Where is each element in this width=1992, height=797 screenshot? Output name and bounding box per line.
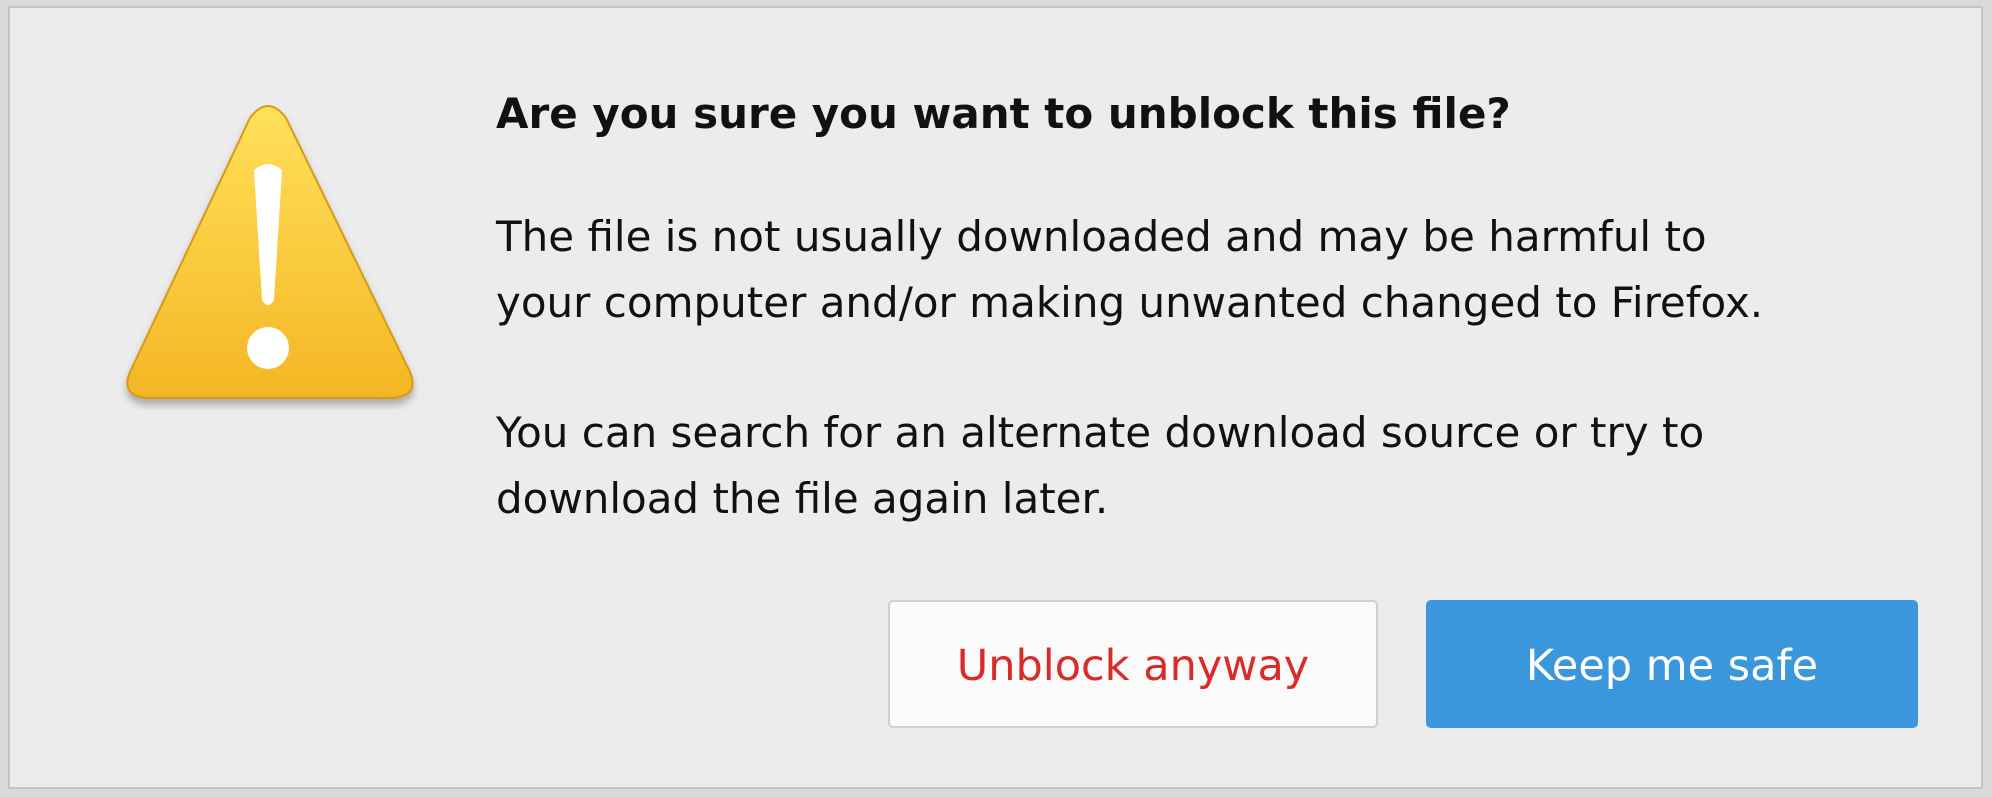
warning-message-line-1: The file is not usually downloaded and m… [496,212,1707,261]
warning-message: The file is not usually downloaded and m… [496,204,1966,336]
dialog-title: Are you sure you want to unblock this fi… [496,89,1511,138]
unblock-file-dialog: Are you sure you want to unblock this fi… [8,6,1983,789]
dialog-content: Are you sure you want to unblock this fi… [496,86,1966,532]
keep-me-safe-button[interactable]: Keep me safe [1426,600,1918,728]
warning-message-line-2: your computer and/or making unwanted cha… [496,278,1764,327]
suggestion-message: You can search for an alternate download… [496,400,1966,532]
unblock-anyway-button[interactable]: Unblock anyway [888,600,1378,728]
suggestion-message-line-2: download the file again later. [496,474,1109,523]
warning-triangle-icon [118,100,422,410]
suggestion-message-line-1: You can search for an alternate download… [496,408,1705,457]
